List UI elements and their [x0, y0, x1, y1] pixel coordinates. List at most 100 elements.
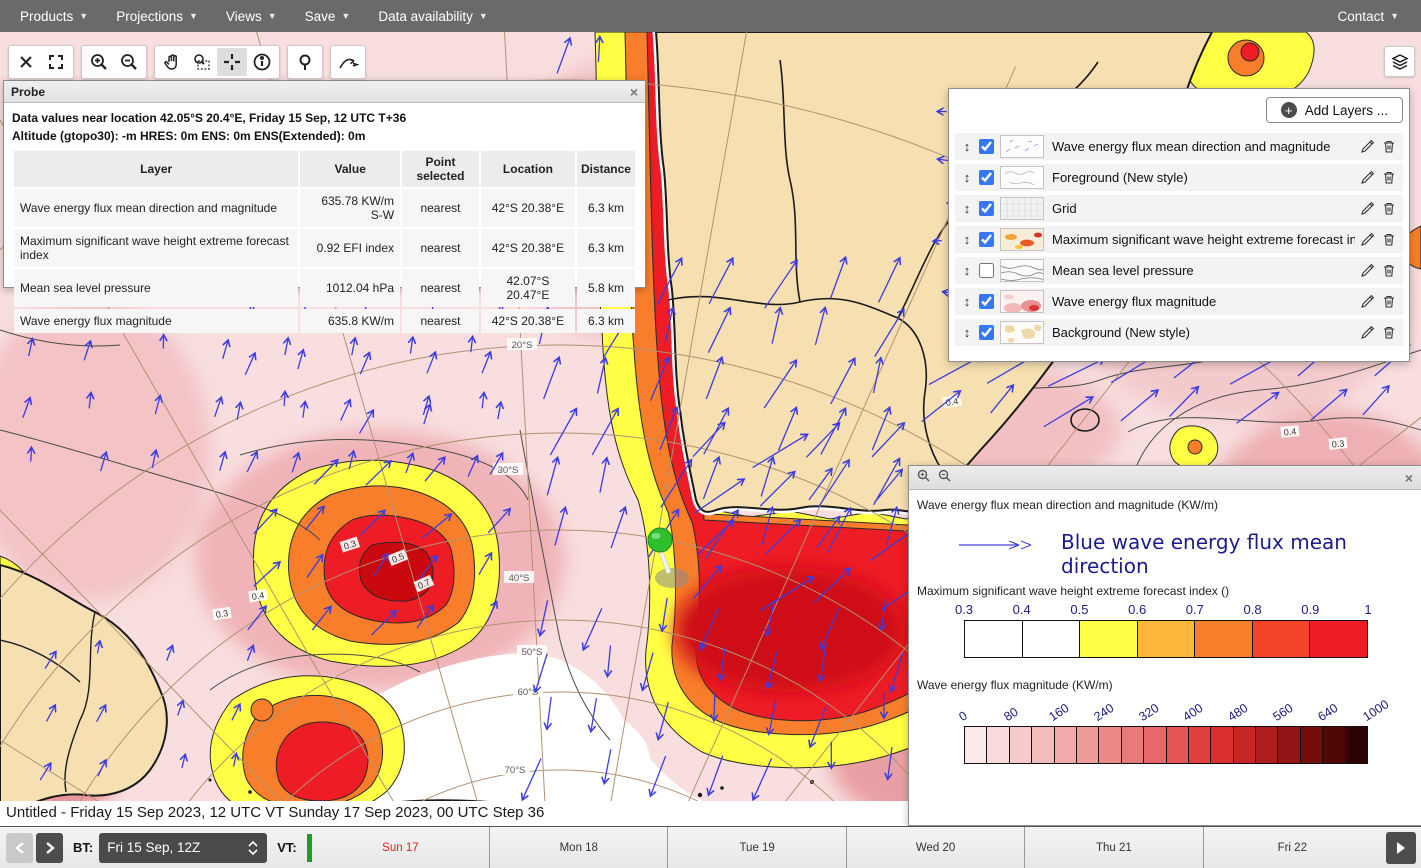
cross-section-icon[interactable]: [333, 48, 363, 76]
efi-contour-bottomleft-blob: [210, 676, 404, 819]
legend-panel-header[interactable]: ×: [909, 466, 1421, 490]
layer-row-grid: ↕ Grid: [955, 195, 1403, 222]
col-point-selected: Point selected: [402, 151, 479, 187]
cell-point: nearest: [402, 309, 479, 333]
crosshair-probe-icon[interactable]: [217, 48, 247, 76]
magnitude-scale-label: 400: [1181, 701, 1206, 724]
timeline-day-tue19[interactable]: Tue 19: [668, 827, 846, 868]
cell-location: 42°S 20.38°E: [481, 229, 575, 267]
table-row: Maximum significant wave height extreme …: [14, 229, 635, 267]
magnitude-scale-cell: [1167, 727, 1189, 763]
delete-layer-icon[interactable]: [1379, 232, 1399, 247]
legend-zoom-out-icon[interactable]: [938, 469, 951, 487]
legend-zoom-in-icon[interactable]: [917, 469, 930, 487]
cell-location: 42°S 20.38°E: [481, 309, 575, 333]
menu-projections[interactable]: Projections▼: [102, 0, 212, 32]
magnitude-scale-label: 0: [956, 708, 969, 724]
edit-layer-icon[interactable]: [1357, 294, 1377, 309]
layer-visibility-checkbox[interactable]: [979, 232, 994, 247]
drag-handle-icon[interactable]: ↕: [959, 232, 975, 247]
efi-scale-label: 1: [1364, 602, 1371, 617]
edit-layer-icon[interactable]: [1357, 325, 1377, 340]
timeline-play-forward-button[interactable]: [1386, 832, 1416, 864]
layer-visibility-checkbox[interactable]: [979, 139, 994, 154]
edit-layer-icon[interactable]: [1357, 232, 1377, 247]
magnitude-scale-label: 560: [1271, 701, 1296, 724]
layer-name: Maximum significant wave height extreme …: [1052, 232, 1355, 247]
layer-visibility-checkbox[interactable]: [979, 201, 994, 216]
efi-color-scale: 0.30.40.50.60.70.80.91: [964, 602, 1368, 658]
magnitude-scale-cell: [1346, 727, 1367, 763]
probe-panel-header[interactable]: Probe ×: [4, 81, 645, 103]
chevron-down-icon: ▼: [341, 11, 350, 21]
delete-layer-icon[interactable]: [1379, 139, 1399, 154]
close-icon[interactable]: [11, 48, 41, 76]
svg-text:0.3: 0.3: [215, 608, 229, 620]
drag-handle-icon[interactable]: ↕: [959, 170, 975, 185]
menu-views[interactable]: Views▼: [212, 0, 291, 32]
pin-probe-icon[interactable]: [290, 48, 320, 76]
menu-data-availability[interactable]: Data availability▼: [364, 0, 501, 32]
svg-text:0.3: 0.3: [1331, 438, 1344, 449]
delete-layer-icon[interactable]: [1379, 325, 1399, 340]
pan-hand-icon[interactable]: [157, 48, 187, 76]
magnitude-scale-label: 1000: [1360, 697, 1391, 724]
chevron-down-icon: ▼: [79, 11, 88, 21]
menu-products[interactable]: Products▼: [6, 0, 102, 32]
info-icon[interactable]: [247, 48, 277, 76]
add-layers-button[interactable]: + Add Layers ...: [1266, 97, 1403, 123]
table-row: Wave energy flux mean direction and magn…: [14, 189, 635, 227]
probe-table: Layer Value Point selected Location Dist…: [12, 149, 637, 335]
probe-panel: Probe × Data values near location 42.05°…: [3, 80, 646, 288]
layer-visibility-checkbox[interactable]: [979, 294, 994, 309]
timeline-day-mon18[interactable]: Mon 18: [490, 827, 668, 868]
timeline-day-wed20[interactable]: Wed 20: [847, 827, 1025, 868]
menu-save-label: Save: [305, 9, 336, 24]
timeline-day-thu21[interactable]: Thu 21: [1025, 827, 1203, 868]
delete-layer-icon[interactable]: [1379, 294, 1399, 309]
magnitude-scale-cell: [1256, 727, 1278, 763]
close-icon[interactable]: ×: [630, 85, 638, 99]
edit-layer-icon[interactable]: [1357, 170, 1377, 185]
timeline-day-sun17[interactable]: Sun 17: [312, 827, 490, 868]
cell-point: nearest: [402, 269, 479, 307]
magnitude-scale-labels: 0801602403204004805606401000: [964, 696, 1368, 726]
zoom-out-icon[interactable]: [114, 48, 144, 76]
edit-layer-icon[interactable]: [1357, 201, 1377, 216]
drag-handle-icon[interactable]: ↕: [959, 201, 975, 216]
zoom-box-icon[interactable]: [187, 48, 217, 76]
drag-handle-icon[interactable]: ↕: [959, 294, 975, 309]
layer-row-wave-direction: ↕ Wave energy flux mean direction and ma…: [955, 133, 1403, 160]
zoom-in-icon[interactable]: [84, 48, 114, 76]
delete-layer-icon[interactable]: [1379, 170, 1399, 185]
base-time-select[interactable]: Fri 15 Sep, 12Z: [99, 833, 267, 863]
fullscreen-extent-icon[interactable]: [41, 48, 71, 76]
menu-save[interactable]: Save ▼: [291, 0, 365, 32]
close-icon[interactable]: ×: [1405, 471, 1413, 485]
base-time-value: Fri 15 Sep, 12Z: [107, 840, 247, 855]
menu-contact[interactable]: Contact▼: [1324, 0, 1413, 32]
delete-layer-icon[interactable]: [1379, 263, 1399, 278]
magnitude-scale-label: 160: [1046, 701, 1071, 724]
cell-value: 635.78 KW/m S-W: [300, 189, 400, 227]
magnitude-scale-cell: [965, 727, 987, 763]
col-location: Location: [481, 151, 575, 187]
timeline-step-forward-button[interactable]: [36, 833, 63, 863]
delete-layer-icon[interactable]: [1379, 201, 1399, 216]
layer-visibility-checkbox[interactable]: [979, 170, 994, 185]
drag-handle-icon[interactable]: ↕: [959, 325, 975, 340]
layers-toggle-icon[interactable]: [1384, 46, 1415, 77]
layer-visibility-checkbox[interactable]: [979, 325, 994, 340]
menu-contact-label: Contact: [1338, 9, 1385, 24]
timeline-step-back-button[interactable]: [6, 833, 33, 863]
edit-layer-icon[interactable]: [1357, 263, 1377, 278]
edit-layer-icon[interactable]: [1357, 139, 1377, 154]
layer-name: Wave energy flux mean direction and magn…: [1052, 139, 1355, 154]
drag-handle-icon[interactable]: ↕: [959, 139, 975, 154]
timeline-day-fri22[interactable]: Fri 22: [1204, 827, 1381, 868]
layer-visibility-checkbox[interactable]: [979, 263, 994, 278]
drag-handle-icon[interactable]: ↕: [959, 263, 975, 278]
col-value: Value: [300, 151, 400, 187]
layer-name: Mean sea level pressure: [1052, 263, 1355, 278]
svg-text:70°S: 70°S: [505, 765, 526, 776]
